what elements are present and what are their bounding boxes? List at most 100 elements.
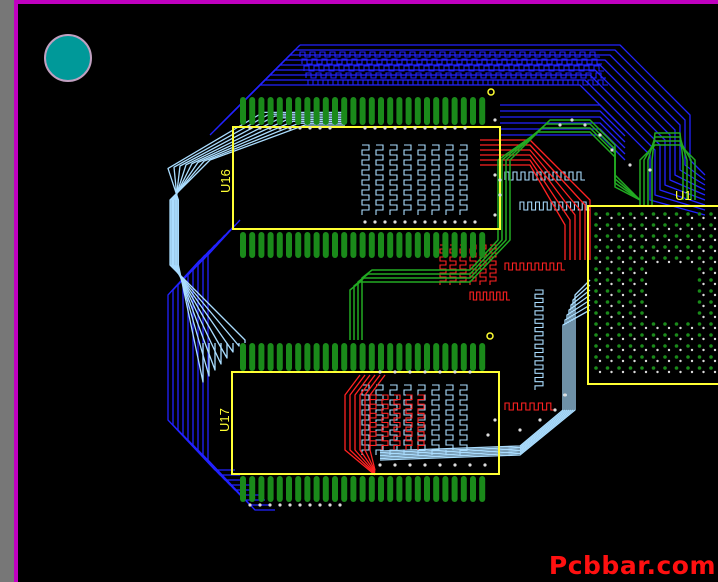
bga-via [667, 370, 671, 374]
bga-ball [697, 212, 702, 216]
u16-pad [405, 97, 412, 125]
bga-ball [617, 355, 621, 359]
bga-ball [697, 333, 702, 337]
u17-pad [240, 476, 246, 502]
via [648, 168, 652, 172]
bottom-serpentine [303, 65, 604, 72]
via [393, 220, 397, 224]
bga-via [598, 282, 602, 286]
bga-via [610, 359, 613, 363]
u16-pad [387, 232, 394, 258]
u16-pad [313, 97, 320, 125]
bga-ball [663, 322, 667, 326]
bga-ball [709, 256, 713, 260]
bga-via [610, 216, 613, 220]
bga-ball [628, 322, 633, 326]
via [493, 418, 497, 422]
bga-ball [663, 212, 667, 216]
bga-via [621, 370, 625, 374]
via [453, 463, 457, 467]
via [438, 370, 442, 374]
bga-ball [605, 344, 610, 348]
bga-via [713, 359, 717, 363]
u17-pad [341, 343, 348, 371]
bga-via [690, 359, 694, 363]
bga-ball [605, 267, 610, 271]
via [278, 126, 282, 130]
via [393, 370, 397, 374]
bga-via [702, 271, 705, 275]
via [486, 433, 490, 437]
bga-ball [594, 212, 598, 216]
via [493, 118, 497, 122]
bga-via [598, 359, 602, 363]
bga-ball [628, 300, 633, 304]
bga-via [598, 227, 602, 231]
u16-pad [414, 97, 421, 125]
bga-ball [709, 333, 713, 337]
bga-ball [605, 322, 610, 326]
bga-via [621, 304, 625, 308]
bga-via [667, 249, 671, 253]
inner-serpentine [459, 384, 468, 455]
inner-serpentine [361, 144, 370, 215]
pcb-canvas: U1 U16 U17 Pcbbar.com [0, 0, 718, 582]
u17-pad [378, 343, 384, 371]
bga-via [621, 271, 625, 275]
bga-ball [617, 223, 621, 227]
bga-via [713, 293, 717, 297]
inner-trace [379, 299, 591, 455]
bga-via [598, 370, 602, 374]
bga-via [679, 359, 682, 363]
u17-pad [405, 476, 412, 502]
top-serpentine [381, 394, 389, 450]
u16-pad [479, 232, 486, 258]
bga-ball [617, 366, 621, 370]
u17-pad [433, 476, 440, 502]
bga-via [679, 370, 682, 374]
u17-pad [249, 343, 256, 371]
bga-via [644, 315, 648, 319]
bga-ball [640, 300, 644, 304]
via [553, 408, 557, 412]
bga-via [633, 282, 636, 286]
bga-via [633, 337, 636, 341]
bga-via [644, 227, 648, 231]
via [493, 213, 497, 217]
bga-via [610, 271, 613, 275]
bga-via [598, 304, 602, 308]
bga-ball [686, 366, 690, 370]
bga-ball [605, 245, 610, 249]
bga-via [621, 249, 625, 253]
u17-pad [460, 343, 467, 371]
bga-ball [605, 311, 610, 315]
bga-via [656, 337, 659, 341]
bga-via [713, 260, 717, 264]
bga-via [656, 260, 659, 264]
bga-via [690, 249, 694, 253]
bga-via [598, 249, 602, 253]
u17-pad [479, 343, 486, 371]
u16-pad [451, 232, 458, 258]
via [403, 126, 407, 130]
bga-ball [697, 355, 702, 359]
bga-via [679, 238, 682, 242]
bga-via [702, 315, 705, 319]
bga-ball [709, 311, 713, 315]
via [363, 126, 367, 130]
bga-via [644, 304, 648, 308]
u17-pad [396, 476, 403, 502]
bga-ball [594, 223, 598, 227]
bga-via [656, 370, 659, 374]
via [248, 503, 252, 507]
bga-via [656, 326, 659, 330]
bga-via [644, 282, 648, 286]
u16-pads-bottom [240, 232, 486, 258]
bga-via [713, 227, 717, 231]
u16-pad [322, 232, 329, 258]
watermark-text: Pcbbar.com [548, 551, 716, 580]
u16-pad [313, 232, 320, 258]
bga-ball [686, 355, 690, 359]
u16-pad [249, 97, 256, 125]
bga-ball [709, 322, 713, 326]
